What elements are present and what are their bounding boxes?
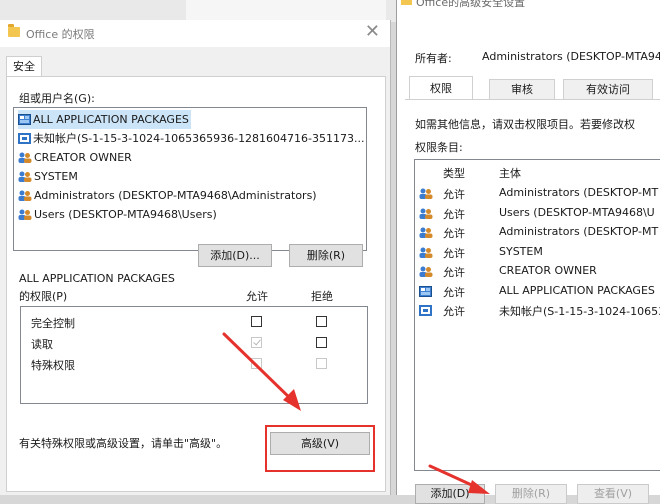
permission-list: 完全控制 读取 特殊权限 <box>20 306 368 404</box>
permission-name: 特殊权限 <box>31 359 75 372</box>
list-item[interactable]: Users (DESKTOP-MTA9468\Users) <box>18 205 219 224</box>
principal-column-header: 主体 <box>499 167 521 180</box>
tab-divider <box>405 99 660 100</box>
group-user-list[interactable]: ALL APPLICATION PACKAGES 未知帐户(S-1-15-3-1… <box>13 107 367 251</box>
perm-for-label-suffix: 的权限(P) <box>19 290 68 303</box>
remove-entry-button: 删除(R) <box>495 484 567 504</box>
tab-effective-access[interactable]: 有效访问 <box>563 79 653 99</box>
entry-type: 允许 <box>443 266 465 279</box>
tab-security[interactable]: 安全 <box>6 56 42 77</box>
entry-type: 允许 <box>443 286 465 299</box>
table-row[interactable]: 允许 CREATOR OWNER <box>415 262 660 281</box>
full-control-allow-checkbox[interactable] <box>251 316 262 327</box>
folder-icon <box>8 24 20 37</box>
close-icon[interactable]: ✕ <box>365 22 380 42</box>
entry-principal: 未知帐户(S-1-15-3-1024-10653 <box>499 305 660 318</box>
permission-name: 完全控制 <box>31 317 75 330</box>
add-button[interactable]: 添加(D)... <box>198 244 272 267</box>
deny-column-header: 拒绝 <box>311 290 333 303</box>
read-deny-checkbox[interactable] <box>316 337 327 348</box>
entry-principal: Administrators (DESKTOP-MT <box>499 225 659 238</box>
group-list-label: 组或用户名(G): <box>19 92 95 105</box>
package-icon <box>18 113 31 125</box>
folder-icon <box>401 0 412 5</box>
entry-type: 允许 <box>443 227 465 240</box>
advanced-button-highlight <box>265 425 375 472</box>
entry-type: 允许 <box>443 188 465 201</box>
table-row[interactable]: 允许 Administrators (DESKTOP-MT <box>415 184 660 203</box>
entry-principal: CREATOR OWNER <box>499 264 597 277</box>
table-row[interactable]: 允许 Administrators (DESKTOP-MT <box>415 223 660 242</box>
entry-type: 允许 <box>443 208 465 221</box>
unknown-account-icon <box>18 132 31 144</box>
group-name: Users (DESKTOP-MTA9468\Users) <box>34 208 217 221</box>
table-row[interactable]: 允许 未知帐户(S-1-15-3-1024-10653 <box>415 301 660 320</box>
group-name: SYSTEM <box>34 170 78 183</box>
read-allow-checkbox <box>251 337 262 348</box>
view-entry-button: 查看(V) <box>577 484 649 504</box>
owner-label: 所有者: <box>415 52 452 65</box>
entries-label: 权限条目: <box>415 141 463 154</box>
users-icon <box>419 266 433 277</box>
permissions-dialog: Office 的权限 ✕ 安全 组或用户名(G): ALL APPLICATIO… <box>0 20 391 495</box>
users-icon <box>419 208 433 219</box>
remove-button[interactable]: 删除(R) <box>289 244 363 267</box>
entry-principal: Administrators (DESKTOP-MT <box>499 186 659 199</box>
list-item[interactable]: CREATOR OWNER <box>18 148 134 167</box>
entry-type: 允许 <box>443 305 465 318</box>
perm-for-label: ALL APPLICATION PACKAGES <box>19 272 175 285</box>
entry-principal: Users (DESKTOP-MTA9468\U <box>499 206 655 219</box>
dialog-title: Office的高级安全设置 <box>416 0 526 9</box>
group-name: Administrators (DESKTOP-MTA9468\Administ… <box>34 189 317 202</box>
group-name: CREATOR OWNER <box>34 151 132 164</box>
special-allow-checkbox <box>251 358 262 369</box>
users-icon <box>18 209 32 220</box>
users-icon <box>419 188 433 199</box>
tab-permissions[interactable]: 权限 <box>409 76 473 99</box>
advanced-security-dialog: Office的高级安全设置 所有者: Administrators (DESKT… <box>396 0 660 504</box>
entry-principal: SYSTEM <box>499 245 543 258</box>
background-window <box>186 0 386 22</box>
type-column-header: 类型 <box>443 167 465 180</box>
entry-type: 允许 <box>443 247 465 260</box>
table-row[interactable]: 允许 Users (DESKTOP-MTA9468\U <box>415 204 660 223</box>
list-item[interactable]: ALL APPLICATION PACKAGES <box>18 110 191 129</box>
entry-principal: ALL APPLICATION PACKAGES <box>499 284 655 297</box>
full-control-deny-checkbox[interactable] <box>316 316 327 327</box>
users-icon <box>18 190 32 201</box>
group-name: ALL APPLICATION PACKAGES <box>33 113 189 126</box>
list-item[interactable]: Administrators (DESKTOP-MTA9468\Administ… <box>18 186 319 205</box>
group-name: 未知帐户(S-1-15-3-1024-1065365936-1281604716… <box>33 132 365 145</box>
title-bar: Office 的权限 ✕ <box>0 20 390 47</box>
users-icon <box>18 171 32 182</box>
list-item[interactable]: SYSTEM <box>18 167 80 186</box>
users-icon <box>18 152 32 163</box>
info-text: 如需其他信息，请双击权限项目。若要修改权 <box>415 118 635 131</box>
tab-audit[interactable]: 审核 <box>489 79 555 99</box>
users-icon <box>419 227 433 238</box>
dialog-title: Office 的权限 <box>26 28 95 41</box>
add-entry-button[interactable]: 添加(D) <box>415 484 485 504</box>
table-row[interactable]: 允许 SYSTEM <box>415 243 660 262</box>
permission-name: 读取 <box>31 338 53 351</box>
list-item[interactable]: 未知帐户(S-1-15-3-1024-1065365936-1281604716… <box>18 129 367 148</box>
unknown-account-icon <box>419 305 432 316</box>
owner-value: Administrators (DESKTOP-MTA946 <box>482 50 660 63</box>
advanced-hint: 有关特殊权限或高级设置，请单击"高级"。 <box>19 437 228 450</box>
users-icon <box>419 247 433 258</box>
permission-entries-list[interactable]: 类型 主体 允许 Administrators (DESKTOP-MT 允许 U… <box>414 159 660 471</box>
allow-column-header: 允许 <box>246 290 268 303</box>
package-icon <box>419 286 432 297</box>
table-row[interactable]: 允许 ALL APPLICATION PACKAGES <box>415 282 660 301</box>
special-deny-checkbox <box>316 358 327 369</box>
